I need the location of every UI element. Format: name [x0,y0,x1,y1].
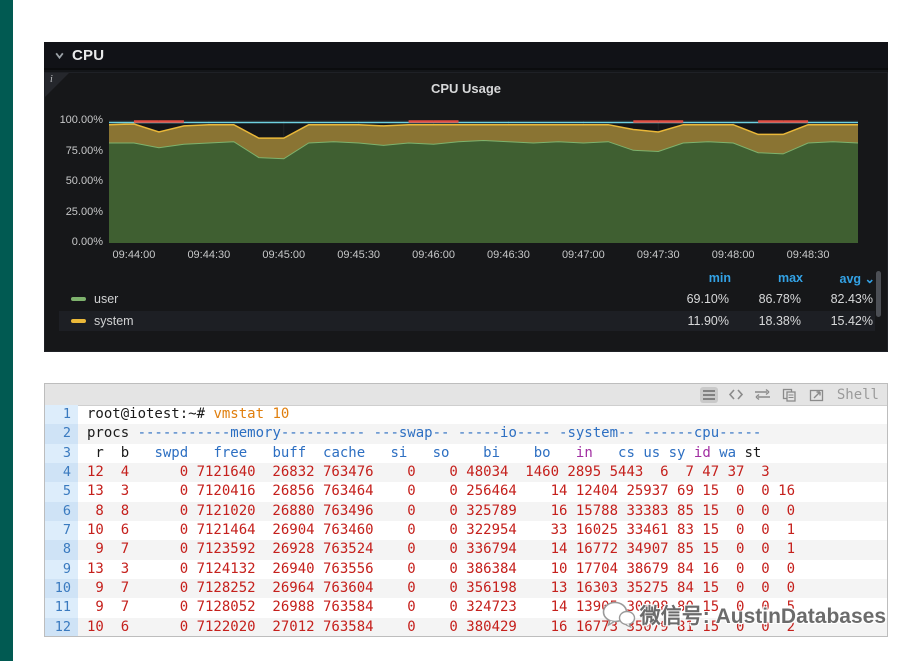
y-tick-label: 75.00% [65,144,103,157]
code-line-6: 6 8 8 0 7121020 26880 763496 0 0 325789 … [45,501,887,521]
code-line-2: 2 procs -----------memory---------- ---sw… [45,424,887,444]
line-number: 6 [45,501,78,521]
row-title: CPU [72,46,105,64]
stat-min: 11.90% [687,314,729,328]
legend-row-user[interactable]: user 69.10% 86.78% 82.43% [59,289,875,309]
y-tick-label: 50.00% [65,175,103,187]
legend-col-avg[interactable]: avg ⌄ [803,271,876,286]
copy-icon[interactable] [781,387,799,403]
shell-code-block: Shell 1 root@iotest:~# vmstat 10 2 procs --… [44,383,888,637]
cpu-usage-panel: i CPU Usage 09:44:00 09:44:30 09:45:00 09:4… [44,72,888,352]
dashboard-row-cpu[interactable]: CPU [44,42,888,70]
x-tick-label: 09:44:00 [112,249,156,261]
code-line-7: 7 10 6 0 7121464 26904 763460 0 0 322954 … [45,520,887,541]
code-line-11: 11 9 7 0 7128052 26988 763584 0 0 324723… [45,598,887,618]
stat-max: 18.38% [758,314,801,328]
x-tick-label: 09:44:30 [187,249,231,261]
line-content: 9 7 0 7128052 26988 763584 0 0 324723 14… [87,599,796,616]
line-number: 8 [45,540,78,560]
legend-scrollbar-thumb[interactable] [876,271,881,317]
code-line-8: 8 9 7 0 7123592 26928 763524 0 0 336794 … [45,540,887,560]
line-number: 7 [45,520,78,541]
code-icon[interactable] [727,387,745,403]
x-tick-label: 09:46:00 [412,249,455,261]
line-content: procs -----------memory---------- ---swa… [78,424,887,444]
code-line-3: 3 r b swpd free buff cache si so bi bo i… [45,443,887,463]
x-tick-label: 09:48:00 [711,249,755,261]
code-line-10: 10 9 7 0 7128252 26964 763604 0 0 356198… [45,578,887,599]
open-external-icon[interactable] [808,387,826,403]
legend-col-min[interactable]: min [659,271,731,285]
x-tick-label: 09:46:30 [487,249,530,261]
line-content: 12 4 0 7121640 26832 763476 0 0 48034 14… [78,462,887,483]
code-line-1: 1 root@iotest:~# vmstat 10 [45,405,887,425]
line-content: 13 3 0 7120416 26856 763464 0 0 256464 1… [87,483,796,500]
page: CPU i CPU Usage 09:44:00 09:44:30 09:45:00… [0,0,910,661]
stat-avg: 82.43% [830,292,873,306]
chart-canvas [109,120,858,243]
series-label[interactable]: system [94,314,657,328]
legend-header: min max avg ⌄ [59,269,875,287]
line-content: 10 6 0 7121464 26904 763460 0 0 322954 3… [87,521,796,538]
grafana-dashboard: CPU i CPU Usage 09:44:00 09:44:30 09:45:00… [44,42,888,352]
legend-col-max[interactable]: max [731,271,803,285]
line-content: r b swpd free buff cache si so bi bo in … [87,444,762,461]
menu-icon[interactable] [699,386,718,403]
series-swatch [71,319,86,323]
line-number: 4 [45,462,78,483]
x-tick-label: 09:45:00 [262,249,306,261]
wrap-lines-icon[interactable] [754,387,772,403]
code-line-4: 4 12 4 0 7121640 26832 763476 0 0 48034 1… [45,462,887,483]
legend-clipped-row: - --- - --- - --- [710,335,875,342]
x-tick-label: 09:47:00 [561,249,605,261]
code-toolbar: Shell [45,384,887,406]
panel-title[interactable]: CPU Usage [45,81,887,96]
line-number: 3 [45,443,78,463]
line-content: 10 6 0 7122020 27012 763584 0 0 380429 1… [78,617,887,636]
x-tick-label: 09:48:30 [786,249,830,261]
left-accent-stripe [0,0,13,661]
stat-max: 86.78% [758,292,801,306]
line-content: 13 3 0 7124132 26940 763556 0 0 386384 1… [87,560,796,577]
line-number: 2 [45,424,78,444]
chevron-down-icon [55,52,64,59]
line-content: root@iotest:~# vmstat 10 [87,406,290,422]
series-label[interactable]: user [94,292,657,306]
line-number: 9 [45,559,78,579]
line-content: 9 7 0 7128252 26964 763604 0 0 356198 13… [78,578,887,599]
line-content: 8 8 0 7121020 26880 763496 0 0 325789 16… [78,501,887,521]
line-number: 1 [45,405,78,425]
cpu-usage-chart[interactable]: 09:44:00 09:44:30 09:45:00 09:45:30 09:46:00… [109,119,858,261]
line-number: 11 [45,598,78,618]
series-swatch [71,297,86,301]
code-lines: 1 root@iotest:~# vmstat 10 2 procs --------… [45,405,887,636]
language-label: Shell [836,386,879,403]
stat-min: 69.10% [686,292,729,306]
y-tick-label: 0.00% [71,236,103,248]
y-tick-label: 100.00% [59,114,103,126]
x-tick-label: 09:45:30 [337,249,381,261]
code-line-5: 5 13 3 0 7120416 26856 763464 0 0 256464 … [45,482,887,502]
stat-avg: 15.42% [830,314,873,328]
chart-legend: min max avg ⌄ user 69.10% 86.78% 82.43% system… [59,269,875,342]
line-number: 12 [45,617,78,636]
line-number: 5 [45,482,78,502]
code-line-9: 9 13 3 0 7124132 26940 763556 0 0 386384 … [45,559,887,579]
line-number: 10 [45,578,78,599]
legend-row-system[interactable]: system 11.90% 18.38% 15.42% [59,311,875,331]
code-line-12: 12 10 6 0 7122020 27012 763584 0 0 380429… [45,617,887,636]
x-tick-label: 09:47:30 [636,249,680,261]
y-tick-label: 25.00% [65,205,103,218]
line-content: 9 7 0 7123592 26928 763524 0 0 336794 14… [78,540,887,560]
